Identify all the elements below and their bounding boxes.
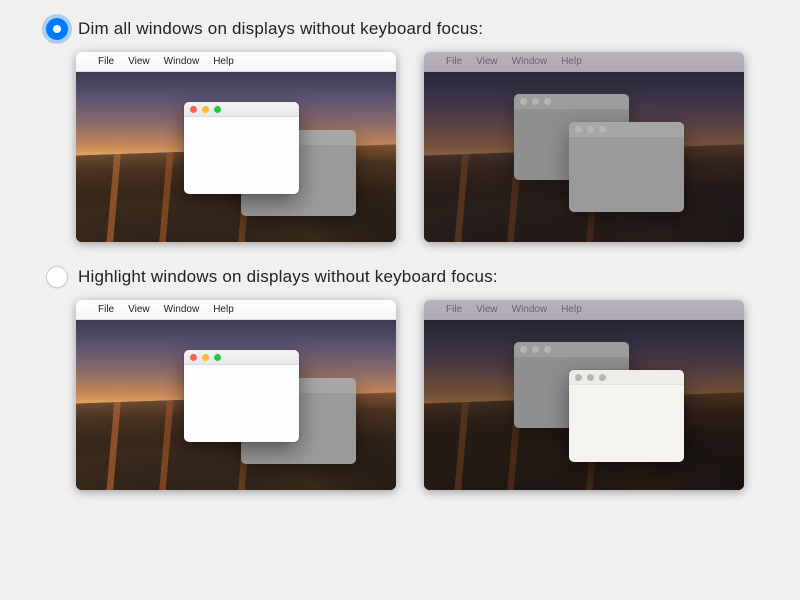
menu-view: View: [128, 304, 150, 315]
dim-preview-unfocused: File View Window Help: [424, 52, 744, 242]
menu-help: Help: [561, 304, 582, 315]
menu-view: View: [476, 56, 498, 67]
dim-preview-focused: File View Window Help: [76, 52, 396, 242]
dim-previews: File View Window Help: [36, 52, 764, 242]
radio-dim[interactable]: [46, 18, 68, 40]
highlight-preview-unfocused: File View Window Help: [424, 300, 744, 490]
close-icon: [190, 106, 197, 113]
minimize-icon: [202, 106, 209, 113]
radio-highlight[interactable]: [46, 266, 68, 288]
close-icon: [575, 374, 582, 381]
window-front-dimmed: [569, 122, 684, 212]
menubar-focused: File View Window Help: [76, 300, 396, 320]
menu-file: File: [446, 56, 462, 67]
window-foreground: [184, 102, 299, 194]
close-icon: [190, 354, 197, 361]
menu-window: Window: [164, 56, 200, 67]
zoom-icon: [599, 374, 606, 381]
menubar-unfocused: File View Window Help: [424, 300, 744, 320]
option-dim-label: Dim all windows on displays without keyb…: [78, 19, 483, 39]
window-foreground: [184, 350, 299, 442]
menu-window: Window: [164, 304, 200, 315]
highlight-preview-focused: File View Window Help: [76, 300, 396, 490]
option-highlight: Highlight windows on displays without ke…: [36, 266, 764, 490]
menubar-focused: File View Window Help: [76, 52, 396, 72]
menu-help: Help: [213, 56, 234, 67]
option-highlight-label: Highlight windows on displays without ke…: [78, 267, 498, 287]
menu-view: View: [476, 304, 498, 315]
menu-file: File: [98, 56, 114, 67]
menu-window: Window: [512, 56, 548, 67]
menu-file: File: [446, 304, 462, 315]
zoom-icon: [214, 106, 221, 113]
highlight-previews: File View Window Help: [36, 300, 764, 490]
menu-help: Help: [213, 304, 234, 315]
minimize-icon: [202, 354, 209, 361]
menu-file: File: [98, 304, 114, 315]
zoom-icon: [214, 354, 221, 361]
menu-view: View: [128, 56, 150, 67]
option-dim: Dim all windows on displays without keyb…: [36, 18, 764, 242]
window-front-highlighted: [569, 370, 684, 462]
menu-window: Window: [512, 304, 548, 315]
minimize-icon: [587, 374, 594, 381]
menubar-unfocused: File View Window Help: [424, 52, 744, 72]
menu-help: Help: [561, 56, 582, 67]
